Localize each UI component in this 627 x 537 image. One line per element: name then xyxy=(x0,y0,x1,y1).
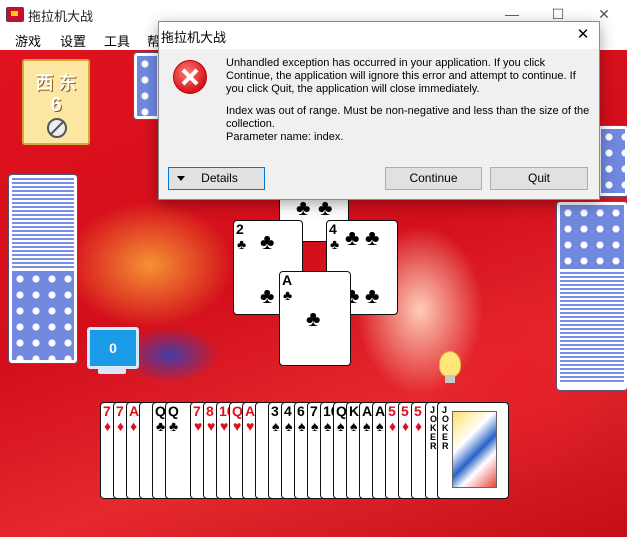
details-label: Details xyxy=(201,171,238,185)
card-suit: ♠ xyxy=(272,418,280,434)
card-rank: 8 xyxy=(206,403,214,419)
card-back-pattern xyxy=(601,129,625,193)
error-message: Unhandled exception has occurred in your… xyxy=(226,57,591,153)
error-icon xyxy=(173,60,207,94)
dialog-title-bar: 拖拉机大战 ✕ xyxy=(159,22,599,49)
joker-label: JOKER xyxy=(442,405,450,451)
error-description: Unhandled exception has occurred in your… xyxy=(226,57,576,95)
tractor-app-icon xyxy=(6,7,24,22)
card-back-pattern xyxy=(137,56,157,116)
stacked-card-edges xyxy=(560,272,624,384)
card-rank: 5 xyxy=(414,403,422,419)
forbidden-icon xyxy=(47,118,67,138)
card-suit: ♥ xyxy=(194,418,203,434)
club-icon: ♣ xyxy=(296,195,311,220)
continue-button[interactable]: Continue xyxy=(385,167,482,190)
hint-bulb-icon[interactable] xyxy=(439,351,461,383)
club-icon: ♣ xyxy=(306,306,321,331)
card-back-pattern xyxy=(560,205,624,269)
seat-direction-tile: 西 东 6 xyxy=(22,59,90,145)
quit-button[interactable]: Quit xyxy=(490,167,588,190)
card-rank: 5 xyxy=(401,403,409,419)
card-rank: 5 xyxy=(388,403,396,419)
seat-directions: 西 东 xyxy=(35,73,77,93)
details-button[interactable]: Details xyxy=(168,167,265,190)
east-card-stack-top xyxy=(597,125,627,197)
exception-parameter: Parameter name: index. xyxy=(226,131,344,143)
card-rank: 4 xyxy=(284,403,292,419)
card-suit: ♣ xyxy=(156,418,166,434)
card-suit: ♣ xyxy=(330,236,340,252)
card-rank: A xyxy=(245,403,256,419)
error-dialog: 拖拉机大战 ✕ Unhandled exception has occurred… xyxy=(158,21,600,200)
card-suit: ♠ xyxy=(376,418,384,434)
card-suit: ♦ xyxy=(117,418,125,434)
card-rank: A xyxy=(362,403,373,419)
east-player-cards xyxy=(556,201,627,391)
card-suit: ♠ xyxy=(324,418,332,434)
dialog-close-button[interactable]: ✕ xyxy=(571,24,595,46)
chevron-down-icon xyxy=(177,176,185,181)
joker-card[interactable]: JOKER xyxy=(437,402,509,499)
card-rank: 7 xyxy=(310,403,318,419)
north-player-cards xyxy=(133,52,161,120)
card-suit: ♠ xyxy=(298,418,306,434)
card-rank: K xyxy=(349,403,360,419)
club-icon: ♣ xyxy=(260,229,275,254)
monitor-stand xyxy=(98,368,126,374)
card-suit: ♦ xyxy=(389,418,397,434)
card-suit: ♥ xyxy=(246,418,255,434)
card-rank: 6 xyxy=(297,403,305,419)
menu-game[interactable]: 游戏 xyxy=(15,31,41,50)
card-suit: ♥ xyxy=(220,418,229,434)
card-suit: ♠ xyxy=(337,418,345,434)
score-monitor: 0 xyxy=(87,327,139,369)
card-suit: ♥ xyxy=(233,418,242,434)
card-suit: ♦ xyxy=(402,418,410,434)
card-rank: 7 xyxy=(103,403,111,419)
card-rank: 2 xyxy=(236,221,244,237)
card-suit: ♠ xyxy=(311,418,319,434)
exception-message: Index was out of range. Must be non-nega… xyxy=(226,105,590,130)
menu-tools[interactable]: 工具 xyxy=(104,31,130,50)
club-icon: ♣ xyxy=(365,283,380,308)
card-rank: 3 xyxy=(271,403,279,419)
joker-artwork xyxy=(452,411,497,488)
card-rank: 7 xyxy=(193,403,201,419)
card-suit: ♠ xyxy=(285,418,293,434)
card-suit: ♦ xyxy=(415,418,423,434)
card-suit: ♥ xyxy=(207,418,216,434)
card-suit: ♦ xyxy=(104,418,112,434)
app-window: 拖拉机大战 — ☐ ✕ 游戏 设置 工具 帮 西 东 6 0 ♣ ♣ 2 ♣ ♣… xyxy=(0,0,627,537)
card-suit: ♦ xyxy=(130,418,138,434)
card-back-pattern xyxy=(12,271,74,360)
club-icon: ♣ xyxy=(345,225,360,250)
window-title: 拖拉机大战 xyxy=(28,9,94,24)
card-rank: 4 xyxy=(329,221,337,237)
played-card-south: A ♣ ♣ xyxy=(279,271,351,366)
card-rank: Q xyxy=(168,403,179,419)
menu-settings[interactable]: 设置 xyxy=(60,31,86,50)
card-rank: A xyxy=(129,403,140,419)
level-number: 6 xyxy=(50,94,62,116)
dialog-title: 拖拉机大战 xyxy=(161,30,227,45)
card-suit: ♠ xyxy=(350,418,358,434)
card-rank: 7 xyxy=(116,403,124,419)
card-rank: A xyxy=(375,403,386,419)
stacked-card-edges xyxy=(12,178,74,268)
card-suit: ♣ xyxy=(283,287,293,303)
card-suit: ♠ xyxy=(363,418,371,434)
west-player-cards xyxy=(8,174,78,364)
card-suit: ♣ xyxy=(169,418,179,434)
club-icon: ♣ xyxy=(260,283,275,308)
card-rank: A xyxy=(282,272,293,288)
club-icon: ♣ xyxy=(318,195,333,220)
club-icon: ♣ xyxy=(365,225,380,250)
card-suit: ♣ xyxy=(237,236,247,252)
